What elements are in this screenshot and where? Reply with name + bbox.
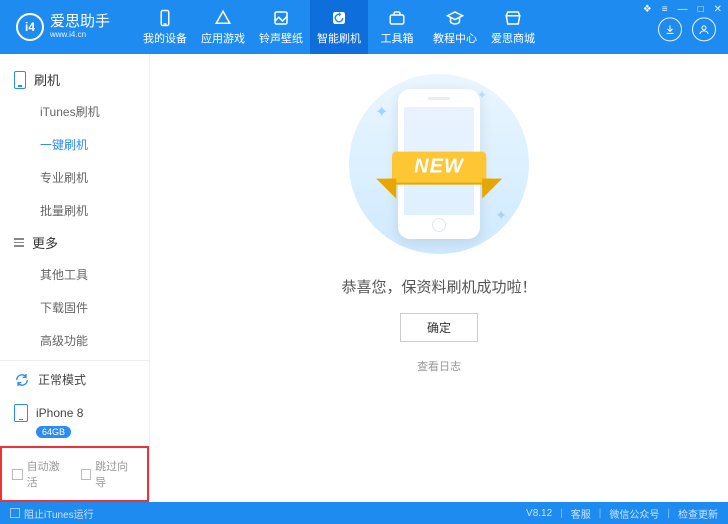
phone-outline-icon: [14, 71, 26, 89]
app-body: 刷机 iTunes刷机 一键刷机 专业刷机 批量刷机 更多 其他工具 下载固件 …: [0, 54, 728, 502]
sidebar-item-advanced[interactable]: 高级功能: [0, 324, 149, 357]
checkbox-label: 阻止iTunes运行: [24, 506, 94, 521]
nav-apps-games[interactable]: 应用游戏: [194, 0, 252, 54]
checkbox-block-itunes[interactable]: 阻止iTunes运行: [10, 506, 94, 521]
sparkle-icon: ✦: [495, 207, 507, 224]
separator: |: [599, 508, 602, 519]
status-right: V8.12 | 客服 | 微信公众号 | 检查更新: [526, 506, 718, 521]
nav-label: 教程中心: [433, 30, 477, 46]
minimize-icon[interactable]: —: [678, 4, 688, 15]
nav-label: 应用游戏: [201, 30, 245, 46]
maximize-icon[interactable]: □: [698, 4, 704, 15]
ok-button[interactable]: 确定: [400, 313, 478, 342]
window-controls: ❖ ≡ — □ ✕: [643, 4, 722, 15]
nav-smart-flash[interactable]: 智能刷机: [310, 0, 368, 54]
sidebar-section-more: 更多: [0, 227, 149, 258]
image-icon: [272, 9, 290, 27]
sidebar-item-batch-flash[interactable]: 批量刷机: [0, 194, 149, 227]
settings-icon[interactable]: ❖: [643, 4, 652, 15]
device-mode-row[interactable]: 正常模式: [0, 361, 149, 398]
nav-label: 智能刷机: [317, 30, 361, 46]
separator: |: [560, 508, 563, 519]
checkbox-auto-activate[interactable]: 自动激活: [12, 458, 69, 490]
support-link[interactable]: 客服: [571, 506, 591, 521]
bottom-options-row: 自动激活 跳过向导: [0, 446, 149, 502]
nav-label: 铃声壁纸: [259, 30, 303, 46]
app-header: i4 爱思助手 www.i4.cn 我的设备 应用游戏 铃声壁纸 智能刷机 工具…: [0, 0, 728, 54]
wechat-link[interactable]: 微信公众号: [609, 506, 659, 521]
sidebar-item-itunes-flash[interactable]: iTunes刷机: [0, 95, 149, 128]
device-name: iPhone 8: [36, 406, 83, 420]
success-message: 恭喜您，保资料刷机成功啦！: [341, 276, 536, 297]
brand-url: www.i4.cn: [50, 31, 110, 40]
toolbox-icon: [388, 9, 406, 27]
graduation-icon: [446, 9, 464, 27]
status-bar: 阻止iTunes运行 V8.12 | 客服 | 微信公众号 | 检查更新: [0, 502, 728, 524]
store-icon: [504, 9, 522, 27]
nav-tutorials[interactable]: 教程中心: [426, 0, 484, 54]
phone-outline-icon: [14, 404, 28, 422]
brand-logo-icon: i4: [16, 13, 44, 41]
download-icon: [664, 23, 676, 35]
nav-label: 工具箱: [381, 30, 414, 46]
account-button[interactable]: [692, 17, 716, 41]
menu-icon[interactable]: ≡: [662, 4, 668, 15]
device-row[interactable]: iPhone 8: [0, 398, 149, 424]
sidebar-item-oneclick-flash[interactable]: 一键刷机: [0, 128, 149, 161]
checkbox-label: 跳过向导: [95, 458, 137, 490]
view-log-link[interactable]: 查看日志: [417, 358, 461, 374]
phone-icon: [156, 9, 174, 27]
download-button[interactable]: [658, 17, 682, 41]
sidebar-section-label: 刷机: [34, 70, 60, 89]
sparkle-icon: ✦: [375, 102, 388, 122]
checkbox-label: 自动激活: [27, 458, 69, 490]
sidebar: 刷机 iTunes刷机 一键刷机 专业刷机 批量刷机 更多 其他工具 下载固件 …: [0, 54, 150, 502]
nav-my-device[interactable]: 我的设备: [136, 0, 194, 54]
user-icon: [698, 23, 710, 35]
sidebar-item-download-fw[interactable]: 下载固件: [0, 291, 149, 324]
checkbox-box-icon: [81, 469, 92, 480]
header-right-actions: [658, 17, 716, 41]
primary-nav: 我的设备 应用游戏 铃声壁纸 智能刷机 工具箱 教程中心 爱思商城: [136, 0, 542, 54]
checkbox-box-icon: [12, 469, 23, 480]
device-capacity-badge: 64GB: [36, 426, 71, 438]
sidebar-section-label: 更多: [32, 233, 58, 252]
refresh-square-icon: [330, 9, 348, 27]
nav-label: 我的设备: [143, 30, 187, 46]
appstore-icon: [214, 9, 232, 27]
nav-store[interactable]: 爱思商城: [484, 0, 542, 54]
nav-toolbox[interactable]: 工具箱: [368, 0, 426, 54]
sidebar-item-other-tools[interactable]: 其他工具: [0, 258, 149, 291]
check-update-link[interactable]: 检查更新: [678, 506, 718, 521]
hamburger-icon: [14, 238, 24, 247]
nav-ringtones[interactable]: 铃声壁纸: [252, 0, 310, 54]
checkbox-skip-guide[interactable]: 跳过向导: [81, 458, 138, 490]
brand: i4 爱思助手 www.i4.cn: [0, 13, 136, 41]
device-mode-label: 正常模式: [38, 371, 86, 388]
sidebar-bottom: 正常模式 iPhone 8 64GB 自动激活 跳过向导: [0, 360, 149, 502]
main-content: ✦ ✦ ✦ NEW 恭喜您，保资料刷机成功啦！ 确定 查看日志: [150, 54, 728, 502]
sidebar-item-pro-flash[interactable]: 专业刷机: [0, 161, 149, 194]
brand-text: 爱思助手 www.i4.cn: [50, 14, 110, 39]
version-label: V8.12: [526, 508, 552, 519]
sidebar-section-flash: 刷机: [0, 64, 149, 95]
brand-name: 爱思助手: [50, 14, 110, 31]
nav-label: 爱思商城: [491, 30, 535, 46]
close-icon[interactable]: ✕: [714, 4, 722, 15]
refresh-icon: [14, 372, 30, 388]
separator: |: [667, 508, 670, 519]
new-ribbon: NEW: [392, 152, 486, 183]
checkbox-box-icon: [10, 508, 20, 518]
success-illustration: ✦ ✦ ✦ NEW: [349, 74, 529, 254]
